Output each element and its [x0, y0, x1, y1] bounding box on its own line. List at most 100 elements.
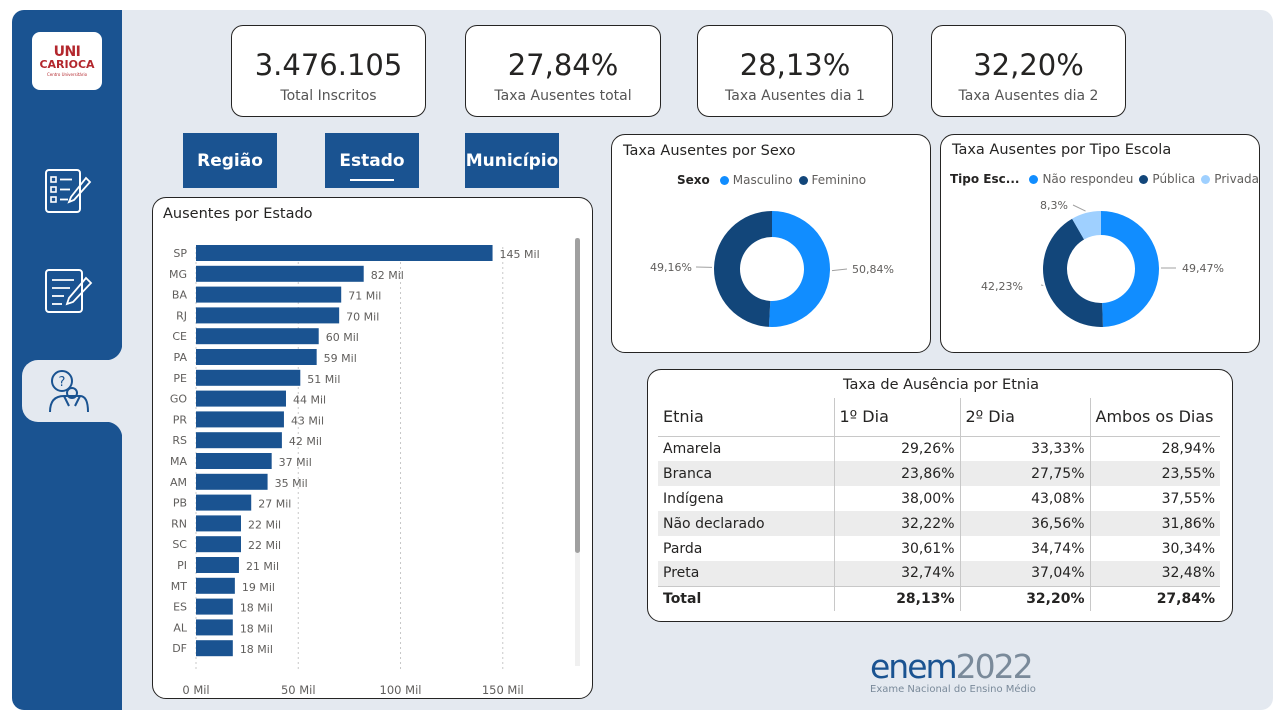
bar[interactable]	[196, 536, 241, 553]
y-tick-label: PI	[177, 559, 187, 572]
edit-document-icon	[45, 269, 93, 313]
nav-item-person-question[interactable]: ?	[36, 360, 98, 422]
bar[interactable]	[196, 328, 319, 345]
table-cell: 32,48%	[1090, 561, 1220, 586]
bar[interactable]	[196, 577, 235, 594]
data-label: 18 Mil	[240, 602, 273, 615]
table-cell: 32,74%	[834, 561, 961, 586]
taxa-ausencia-etnia-card: Taxa de Ausência por Etnia Etnia 1º Dia …	[647, 369, 1233, 622]
tab-regiao[interactable]: Região	[183, 133, 277, 188]
table-cell: Amarela	[658, 436, 835, 461]
y-tick-label: MT	[171, 580, 187, 593]
sidebar: UNI CARIOCA Centro Universitário ?	[12, 10, 122, 710]
donut-slice[interactable]	[714, 211, 772, 327]
bar[interactable]	[196, 640, 233, 657]
data-label: 37 Mil	[279, 456, 312, 469]
table-cell: 23,55%	[1090, 461, 1220, 486]
header-etnia[interactable]: Etnia	[658, 398, 835, 437]
ausentes-por-estado-card: Ausentes por Estado 0 Mil 50 Mil 100 Mil 15…	[152, 197, 593, 699]
bar[interactable]	[196, 411, 284, 428]
y-tick-label: CE	[172, 330, 187, 343]
y-tick-label: RS	[172, 434, 187, 447]
taxa-ausentes-sexo-card: Taxa Ausentes por Sexo Sexo Masculino Fe…	[611, 134, 931, 353]
table-row[interactable]: Preta 32,74% 37,04% 32,48%	[658, 561, 1220, 586]
slice-label: 49,47%	[1182, 262, 1224, 275]
bar[interactable]	[196, 390, 286, 407]
unicarioca-logo: UNI CARIOCA Centro Universitário	[32, 32, 102, 90]
svg-text:?: ?	[59, 375, 66, 390]
y-tick-label: AL	[173, 621, 188, 634]
bar[interactable]	[196, 453, 272, 469]
y-tick-label: GO	[170, 393, 188, 406]
table-row[interactable]: Não declarado 32,22% 36,56% 31,86%	[658, 511, 1220, 536]
bar[interactable]	[196, 265, 364, 282]
bar[interactable]	[196, 494, 252, 511]
donut-slice[interactable]	[1101, 211, 1160, 327]
data-label: 18 Mil	[240, 643, 273, 656]
total-cell: Total	[658, 585, 835, 611]
data-label: 18 Mil	[240, 622, 273, 635]
y-tick-label: MA	[170, 455, 187, 468]
x-tick-label: 100 Mil	[380, 683, 422, 697]
slice-label: 50,84%	[852, 263, 894, 276]
total-cell: 28,13%	[834, 585, 961, 611]
table-cell: Branca	[658, 461, 835, 486]
nav-item-checklist[interactable]	[36, 160, 98, 222]
bar[interactable]	[196, 307, 340, 324]
etnia-table-title: Taxa de Ausência por Etnia	[842, 377, 1040, 393]
bar[interactable]	[196, 349, 317, 365]
tab-municipio[interactable]: Município	[465, 133, 559, 188]
table-row[interactable]: Parda 30,61% 34,74% 30,34%	[658, 536, 1220, 561]
table-cell: 43,08%	[960, 486, 1091, 511]
data-label: 71 Mil	[348, 290, 381, 303]
table-cell: 38,00%	[834, 486, 961, 511]
kpi-taxa-ausentes-total: 27,84% Taxa Ausentes total	[465, 25, 661, 117]
data-label: 44 Mil	[293, 394, 326, 407]
bar[interactable]	[196, 473, 268, 490]
table-row[interactable]: Branca 23,86% 27,75% 23,55%	[658, 461, 1220, 486]
bar[interactable]	[196, 619, 233, 636]
data-label: 42 Mil	[289, 435, 322, 448]
table-cell: Parda	[658, 536, 835, 561]
y-tick-label: PB	[173, 497, 187, 510]
table-cell: Preta	[658, 561, 835, 586]
total-row[interactable]: Total 28,13% 32,20% 27,84%	[658, 585, 1220, 611]
table-cell: 34,74%	[960, 536, 1091, 561]
header-ambos-dias[interactable]: Ambos os Dias	[1090, 398, 1220, 437]
bar[interactable]	[196, 286, 342, 303]
total-cell: 27,84%	[1090, 585, 1220, 611]
bar-chart-scrollbar[interactable]	[575, 238, 580, 553]
header-dia1[interactable]: 1º Dia	[834, 398, 961, 437]
data-label: 43 Mil	[291, 414, 324, 427]
slice-label: 8,3%	[1040, 199, 1068, 212]
donut-slice[interactable]	[768, 211, 831, 327]
table-row[interactable]: Amarela 29,26% 33,33% 28,94%	[658, 436, 1220, 461]
x-tick-label: 50 Mil	[281, 683, 316, 697]
x-tick-label: 150 Mil	[482, 683, 524, 697]
bar[interactable]	[196, 557, 239, 573]
nav-item-edit[interactable]	[36, 260, 98, 322]
data-label: 21 Mil	[246, 560, 279, 573]
tab-estado[interactable]: Estado	[325, 133, 419, 188]
table-cell: 28,94%	[1161, 440, 1215, 457]
data-label: 22 Mil	[248, 518, 281, 531]
y-tick-label: ES	[173, 601, 187, 614]
y-tick-label: RN	[171, 517, 187, 530]
table-cell: Indígena	[658, 486, 835, 511]
data-label: 60 Mil	[326, 331, 359, 344]
y-tick-label: BA	[172, 289, 188, 302]
table-row[interactable]: Indígena 38,00% 43,08% 37,55%	[658, 486, 1220, 511]
bar[interactable]	[196, 515, 241, 532]
data-label: 82 Mil	[371, 269, 404, 282]
bar[interactable]	[196, 369, 301, 386]
bar[interactable]	[196, 432, 282, 449]
header-dia2[interactable]: 2º Dia	[960, 398, 1091, 437]
y-tick-label: MG	[169, 268, 187, 281]
y-tick-label: PR	[173, 413, 188, 426]
taxa-ausentes-tipo-escola-card: Taxa Ausentes por Tipo Escola Tipo Esc..…	[940, 134, 1260, 353]
leader-line	[831, 268, 848, 272]
slice-label: 42,23%	[981, 280, 1023, 293]
bar[interactable]	[196, 598, 233, 615]
slice-label: 49,16%	[650, 261, 692, 274]
bar[interactable]	[196, 245, 493, 261]
